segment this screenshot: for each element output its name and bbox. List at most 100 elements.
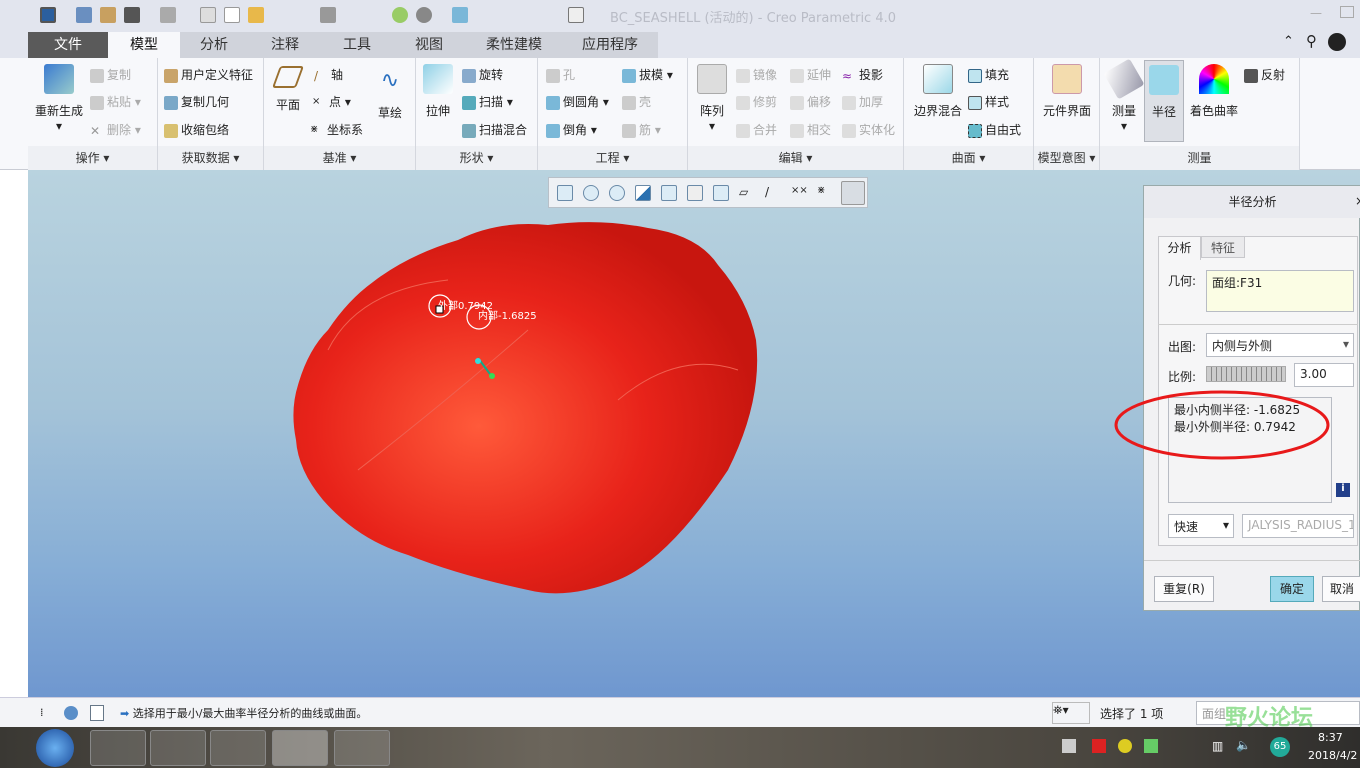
- appearance-icon[interactable]: [392, 7, 408, 23]
- restore-button[interactable]: [1340, 6, 1354, 18]
- cancel-button[interactable]: 取消: [1322, 576, 1360, 602]
- start-button[interactable]: [36, 729, 74, 767]
- ok-button[interactable]: 确定: [1270, 576, 1314, 602]
- info-icon[interactable]: i: [1336, 483, 1350, 497]
- app-icon[interactable]: [40, 7, 56, 23]
- plot-dropdown[interactable]: 内侧与外侧 ▾: [1206, 333, 1354, 357]
- saved-views-icon[interactable]: [687, 185, 703, 201]
- measure-button[interactable]: 测量 ▾: [1103, 58, 1145, 133]
- tray-app-icon[interactable]: [1118, 739, 1132, 753]
- draft-button[interactable]: 拔模 ▾: [622, 66, 673, 83]
- taskbar-app-explorer[interactable]: [150, 730, 206, 766]
- badge[interactable]: 65: [1270, 737, 1290, 757]
- point-display-icon[interactable]: ××: [791, 185, 808, 201]
- volume-icon[interactable]: 🔈: [1236, 738, 1251, 752]
- group-label[interactable]: 工程 ▾: [538, 149, 687, 166]
- model-surface[interactable]: [293, 222, 758, 594]
- clock-time[interactable]: 8:37: [1318, 731, 1343, 744]
- fill-button[interactable]: 填充: [968, 66, 1009, 83]
- taskbar-app-creo[interactable]: [272, 730, 328, 766]
- sketch-button[interactable]: ∿ 草绘: [374, 66, 406, 121]
- group-label[interactable]: 操作 ▾: [28, 149, 157, 166]
- freestyle-button[interactable]: 自由式: [968, 121, 1021, 138]
- search-icon[interactable]: ⚲: [1306, 32, 1317, 50]
- group-label[interactable]: 获取数据 ▾: [158, 149, 263, 166]
- round-button[interactable]: 倒圆角 ▾: [546, 93, 609, 110]
- udf-button[interactable]: 用户定义特征: [164, 66, 253, 83]
- reflection-button[interactable]: 反射: [1244, 66, 1285, 83]
- tab-file[interactable]: 文件: [28, 32, 108, 58]
- boundary-blend-button[interactable]: 边界混合: [908, 64, 968, 119]
- tray-error-icon[interactable]: [1092, 739, 1106, 753]
- pattern-button[interactable]: 阵列 ▾: [694, 64, 730, 133]
- intersect-button[interactable]: 相交: [790, 121, 831, 138]
- group-label[interactable]: 编辑 ▾: [688, 149, 903, 166]
- help-icon[interactable]: [1328, 33, 1346, 51]
- zoom-in-icon[interactable]: [583, 185, 599, 201]
- group-label[interactable]: 形状 ▾: [416, 149, 537, 166]
- network-icon[interactable]: ▥: [1212, 739, 1223, 753]
- tab-feature[interactable]: 特征: [1201, 236, 1245, 258]
- display-style-icon[interactable]: [661, 185, 677, 201]
- find-button[interactable]: ⛯▾: [1052, 702, 1090, 724]
- scale-slider[interactable]: [1206, 366, 1286, 382]
- settings-icon[interactable]: [100, 7, 116, 23]
- point-button[interactable]: × 点 ▾: [312, 93, 351, 110]
- solidify-button[interactable]: 实体化: [842, 121, 895, 138]
- fullscreen-icon[interactable]: [90, 705, 104, 721]
- tab-flexible-modeling[interactable]: 柔性建模: [466, 32, 562, 58]
- taskbar-app-paint[interactable]: [334, 730, 390, 766]
- extend-button[interactable]: 延伸: [790, 66, 831, 83]
- paste-button[interactable]: 粘贴 ▾: [90, 93, 141, 110]
- project-button[interactable]: ≈ 投影: [842, 66, 883, 83]
- delete-button[interactable]: ✕ 删除 ▾: [90, 121, 141, 138]
- redo-icon[interactable]: [160, 7, 176, 23]
- analysis-name-input[interactable]: JALYSIS_RADIUS_1: [1242, 514, 1354, 538]
- geometry-collector[interactable]: 面组:F31: [1206, 270, 1354, 312]
- swept-blend-button[interactable]: 扫描混合: [462, 121, 527, 138]
- view-icon[interactable]: [452, 7, 468, 23]
- undo-icon[interactable]: [124, 7, 140, 23]
- sweep-button[interactable]: 扫描 ▾: [462, 93, 513, 110]
- group-label[interactable]: 模型意图 ▾: [1034, 149, 1099, 166]
- plane-display-icon[interactable]: ▱: [739, 185, 755, 201]
- keyboard-icon[interactable]: [1062, 739, 1076, 753]
- shrinkwrap-button[interactable]: 收缩包络: [164, 121, 229, 138]
- mirror-button[interactable]: 镜像: [736, 66, 777, 83]
- tab-analysis[interactable]: 分析: [180, 32, 248, 58]
- annotation-display-icon[interactable]: [841, 181, 865, 205]
- tree-toggle-icon[interactable]: ⁞: [40, 706, 44, 719]
- refit-icon[interactable]: [557, 185, 573, 201]
- tab-analysis[interactable]: 分析: [1158, 236, 1201, 260]
- tab-annotate[interactable]: 注释: [248, 32, 322, 58]
- repaint-icon[interactable]: [635, 185, 651, 201]
- browser-icon[interactable]: [64, 706, 78, 720]
- clock-date[interactable]: 2018/4/2: [1308, 749, 1357, 762]
- new-file-icon[interactable]: [224, 7, 240, 23]
- axis-display-icon[interactable]: /: [765, 185, 781, 201]
- tab-tools[interactable]: 工具: [322, 32, 392, 58]
- regenerate-icon[interactable]: [76, 7, 92, 23]
- close-window-icon[interactable]: [568, 7, 584, 23]
- repeat-button[interactable]: 重复(R): [1154, 576, 1214, 602]
- view-manager-icon[interactable]: [713, 185, 729, 201]
- thicken-button[interactable]: 加厚: [842, 93, 883, 110]
- mode-dropdown[interactable]: 快速 ▾: [1168, 514, 1234, 538]
- plane-button[interactable]: 平面: [270, 66, 306, 113]
- style-button[interactable]: 样式: [968, 93, 1009, 110]
- open-icon[interactable]: [248, 7, 264, 23]
- group-label[interactable]: 曲面 ▾: [904, 149, 1033, 166]
- copy-geometry-button[interactable]: 复制几何: [164, 93, 229, 110]
- rib-button[interactable]: 筋 ▾: [622, 121, 661, 138]
- axis-button[interactable]: / 轴: [314, 66, 343, 83]
- csys-button[interactable]: ⋇ 坐标系: [310, 121, 363, 138]
- hole-button[interactable]: 孔: [546, 66, 575, 83]
- save-icon[interactable]: [320, 7, 336, 23]
- scale-input[interactable]: 3.00: [1294, 363, 1354, 387]
- shield-icon[interactable]: [1144, 739, 1158, 753]
- minimize-button[interactable]: —: [1310, 6, 1322, 20]
- shaded-curvature-button[interactable]: 着色曲率: [1186, 64, 1242, 119]
- csys-display-icon[interactable]: ⋇: [817, 185, 833, 201]
- radius-button[interactable]: 半径: [1144, 60, 1184, 142]
- shell-button[interactable]: 壳: [622, 93, 651, 110]
